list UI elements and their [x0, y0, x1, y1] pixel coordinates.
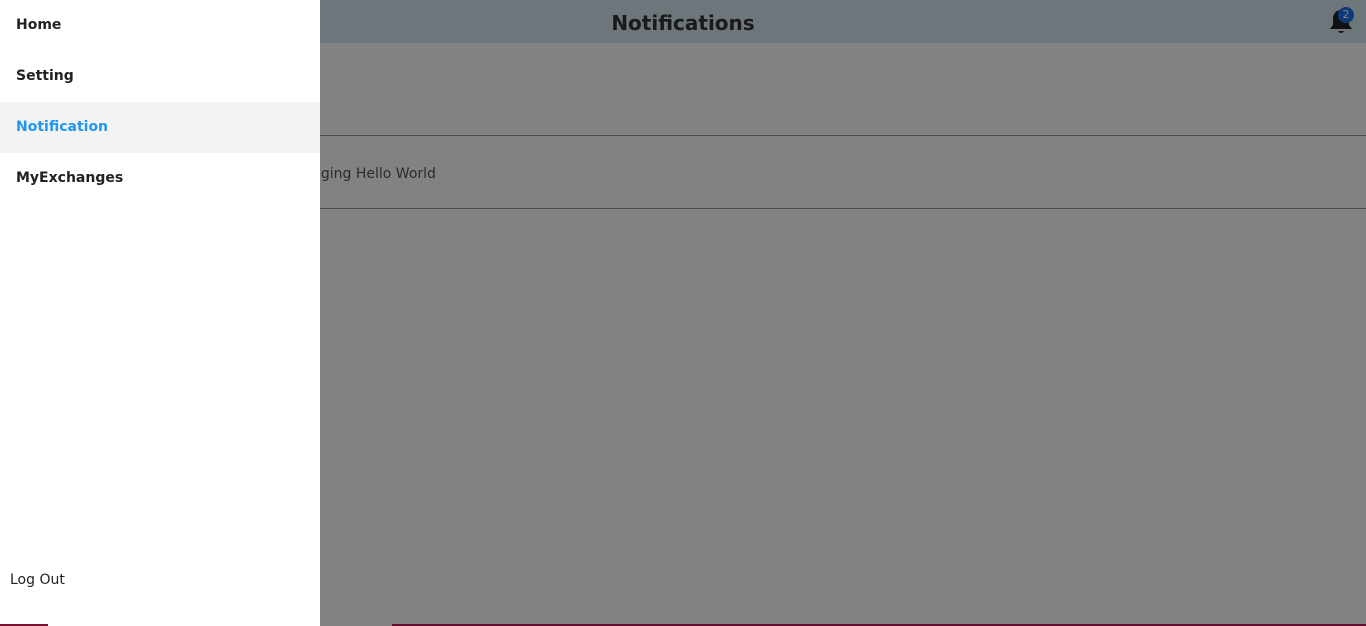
nav-item-home[interactable]: Home	[0, 0, 320, 51]
app-window: Notifications 2 nging Hello World Home S…	[0, 0, 1366, 626]
logout-button[interactable]: Log Out	[10, 572, 65, 588]
nav-item-myexchanges[interactable]: MyExchanges	[0, 153, 320, 204]
nav-item-setting[interactable]: Setting	[0, 51, 320, 102]
nav-item-notification[interactable]: Notification	[0, 102, 320, 153]
side-drawer: Home Setting Notification MyExchanges Lo…	[0, 0, 320, 626]
